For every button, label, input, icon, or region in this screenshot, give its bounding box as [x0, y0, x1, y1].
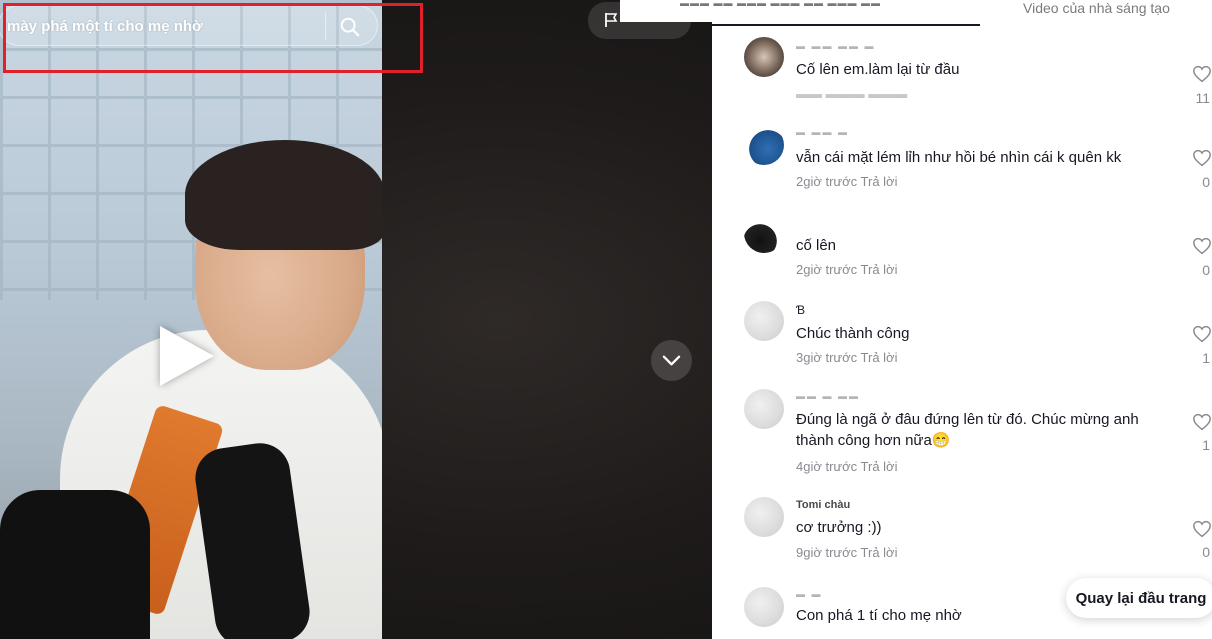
like-count: 0: [1202, 174, 1210, 190]
tab-underline: [712, 24, 980, 26]
comment-username[interactable]: Ɓ: [796, 303, 805, 317]
video-person-hair: [185, 140, 382, 250]
heart-icon[interactable]: [1192, 325, 1212, 343]
comment-meta: 2giờ trước Trả lời: [796, 174, 898, 189]
comment-list[interactable]: ▬ ▬▬ ▬▬ ▬ Cố lên em.làm lại từ đầu ▬▬ ▬▬…: [712, 30, 1212, 639]
chevron-down-icon: [662, 355, 681, 366]
blurred-caption: ▬▬▬ ▬▬ ▬▬▬ ▬▬▬ ▬▬ ▬▬▬ ▬▬: [620, 0, 915, 22]
like-count: 1: [1202, 350, 1210, 366]
back-to-top-button[interactable]: Quay lại đầu trang: [1066, 578, 1212, 618]
like-count: 11: [1195, 90, 1210, 106]
comment-username[interactable]: Tomi chàu: [796, 499, 850, 511]
next-video-button[interactable]: [651, 340, 692, 381]
video-chair-left: [0, 490, 150, 639]
red-highlight-box: [3, 3, 423, 73]
comment-text: cố lên: [796, 237, 837, 254]
comment-username[interactable]: ▬ ▬: [796, 589, 823, 599]
comment-text: Chúc thành công: [796, 325, 910, 342]
comment-meta: 9giờ trước Trả lời: [796, 545, 898, 560]
heart-icon[interactable]: [1192, 237, 1212, 255]
tab-creator-videos[interactable]: Video của nhà sáng tạo: [1023, 0, 1170, 16]
comment-text: vẫn cái mặt lém lỉh như hồi bé nhìn cái …: [796, 149, 1122, 166]
like-count: 1: [1202, 437, 1210, 453]
avatar[interactable]: [744, 125, 784, 165]
comment-meta: 3giờ trước Trả lời: [796, 350, 898, 365]
heart-icon[interactable]: [1192, 520, 1212, 538]
avatar[interactable]: [744, 389, 784, 429]
video-player[interactable]: mày phá một tí cho mẹ nhờ: [0, 0, 712, 639]
comment-text: cơ trưởng :)): [796, 519, 882, 536]
avatar[interactable]: [744, 301, 784, 341]
avatar[interactable]: [744, 213, 784, 253]
comment-meta: 4giờ trước Trả lời: [796, 459, 898, 474]
heart-icon[interactable]: [1192, 149, 1212, 167]
comment-meta: 2giờ trước Trả lời: [796, 262, 898, 277]
play-icon[interactable]: [160, 326, 214, 386]
like-count: 0: [1202, 262, 1210, 278]
comment-meta: ▬▬ ▬▬▬ ▬▬▬: [796, 86, 908, 101]
avatar[interactable]: [744, 587, 784, 627]
video-frame[interactable]: mày phá một tí cho mẹ nhờ: [0, 0, 382, 639]
heart-icon[interactable]: [1192, 65, 1212, 83]
comment-username[interactable]: ▬ ▬▬ ▬: [796, 127, 849, 137]
flag-icon: [605, 13, 618, 27]
heart-icon[interactable]: [1192, 413, 1212, 431]
avatar[interactable]: [744, 497, 784, 537]
comment-text: Đúng là ngã ở đâu đứng lên từ đó. Chúc m…: [796, 411, 1139, 449]
like-count: 0: [1202, 544, 1210, 560]
comment-text: Cố lên em.làm lại từ đầu: [796, 61, 960, 78]
avatar[interactable]: [744, 37, 784, 77]
comment-username[interactable]: ▬▬ ▬ ▬▬: [796, 391, 860, 401]
comment-username[interactable]: ▬ ▬▬ ▬▬ ▬: [796, 41, 876, 51]
blurred-caption-text: ▬▬▬ ▬▬ ▬▬▬ ▬▬▬ ▬▬ ▬▬▬ ▬▬: [680, 0, 882, 8]
